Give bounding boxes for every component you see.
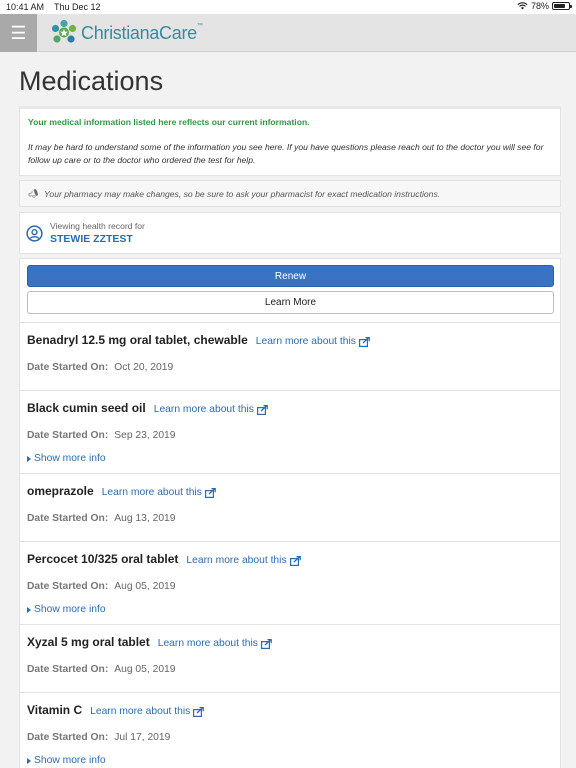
date-started: Date Started On: Jul 17, 2019 [27,732,171,743]
caret-right-icon [27,757,31,764]
date-started: Date Started On: Aug 05, 2019 [27,581,176,592]
renew-button[interactable]: Renew [27,265,554,287]
medication-item: Benadryl 12.5 mg oral tablet, chewable L… [20,322,560,390]
app-header: ☰ ChristianaCare™ [0,14,576,52]
medication-name: Benadryl 12.5 mg oral tablet, chewable [27,333,248,347]
learn-more-link[interactable]: Learn more about this [186,555,301,566]
megaphone-icon: 📣︎ [28,189,39,198]
show-more-info-link[interactable]: Show more info [27,604,106,615]
learn-more-link[interactable]: Learn more about this [102,487,216,498]
date-started: Date Started On: Aug 05, 2019 [27,664,176,675]
medication-name: Black cumin seed oil [27,401,146,415]
external-link-icon [289,555,301,566]
learn-more-button[interactable]: Learn More [27,291,554,314]
viewing-label: Viewing health record for [50,221,145,231]
info-notice-box: Your medical information listed here ref… [19,106,561,176]
date-started: Date Started On: Sep 23, 2019 [27,430,176,441]
medication-name: Vitamin C [27,703,83,717]
pharmacy-note: 📣︎ Your pharmacy may make changes, so be… [19,180,561,207]
christianacare-logo[interactable]: ChristianaCare™ [50,19,203,47]
pharmacy-note-text: Your pharmacy may make changes, so be su… [44,188,441,199]
wifi-icon [517,2,528,10]
status-date: Thu Dec 12 [54,2,101,12]
show-more-info-link[interactable]: Show more info [27,755,106,766]
battery-percent: 78% [530,1,549,11]
external-link-icon [204,487,216,498]
external-link-icon [260,638,272,649]
medication-item: omeprazole Learn more about this Date St… [20,473,560,541]
medication-item: Xyzal 5 mg oral tablet Learn more about … [20,624,560,692]
viewing-record-box: Viewing health record for STEWIE ZZTEST [19,212,561,254]
caret-right-icon [27,606,31,613]
caret-right-icon [27,455,31,462]
menu-button[interactable]: ☰ [0,14,37,52]
star-logo-icon [51,19,77,43]
date-started: Date Started On: Oct 20, 2019 [27,362,174,373]
learn-more-link[interactable]: Learn more about this [90,706,205,717]
status-bar: 10:41 AM Thu Dec 12 78% [0,0,576,14]
status-time: 10:41 AM [6,2,45,12]
learn-more-link[interactable]: Learn more about this [256,336,370,347]
external-link-icon [358,336,370,347]
medication-list-panel: Renew Learn More Benadryl 12.5 mg oral t… [19,258,561,768]
show-more-info-link[interactable]: Show more info [27,453,106,464]
medication-name: Xyzal 5 mg oral tablet [27,635,150,649]
learn-more-link[interactable]: Learn more about this [154,404,268,415]
page-title: Medications [19,66,164,96]
medication-item: Percocet 10/325 oral tablet Learn more a… [20,541,560,624]
date-started: Date Started On: Aug 13, 2019 [27,513,176,524]
hamburger-icon: ☰ [10,22,27,43]
current-info-notice: Your medical information listed here ref… [28,117,310,127]
external-link-icon [193,706,205,717]
battery-icon [552,2,572,10]
medication-item: Vitamin C Learn more about this Date Sta… [20,692,560,768]
medication-name: Percocet 10/325 oral tablet [27,552,179,566]
medication-item: Black cumin seed oil Learn more about th… [20,390,560,473]
logo-text: ChristianaCare™ [81,22,203,43]
help-text: It may be hard to understand some of the… [28,142,544,165]
external-link-icon [256,404,268,415]
patient-name[interactable]: STEWIE ZZTEST [50,233,145,245]
learn-more-link[interactable]: Learn more about this [158,638,272,649]
person-circle-icon [26,224,43,242]
status-indicators: 78% [517,1,572,11]
medication-name: omeprazole [27,484,94,498]
